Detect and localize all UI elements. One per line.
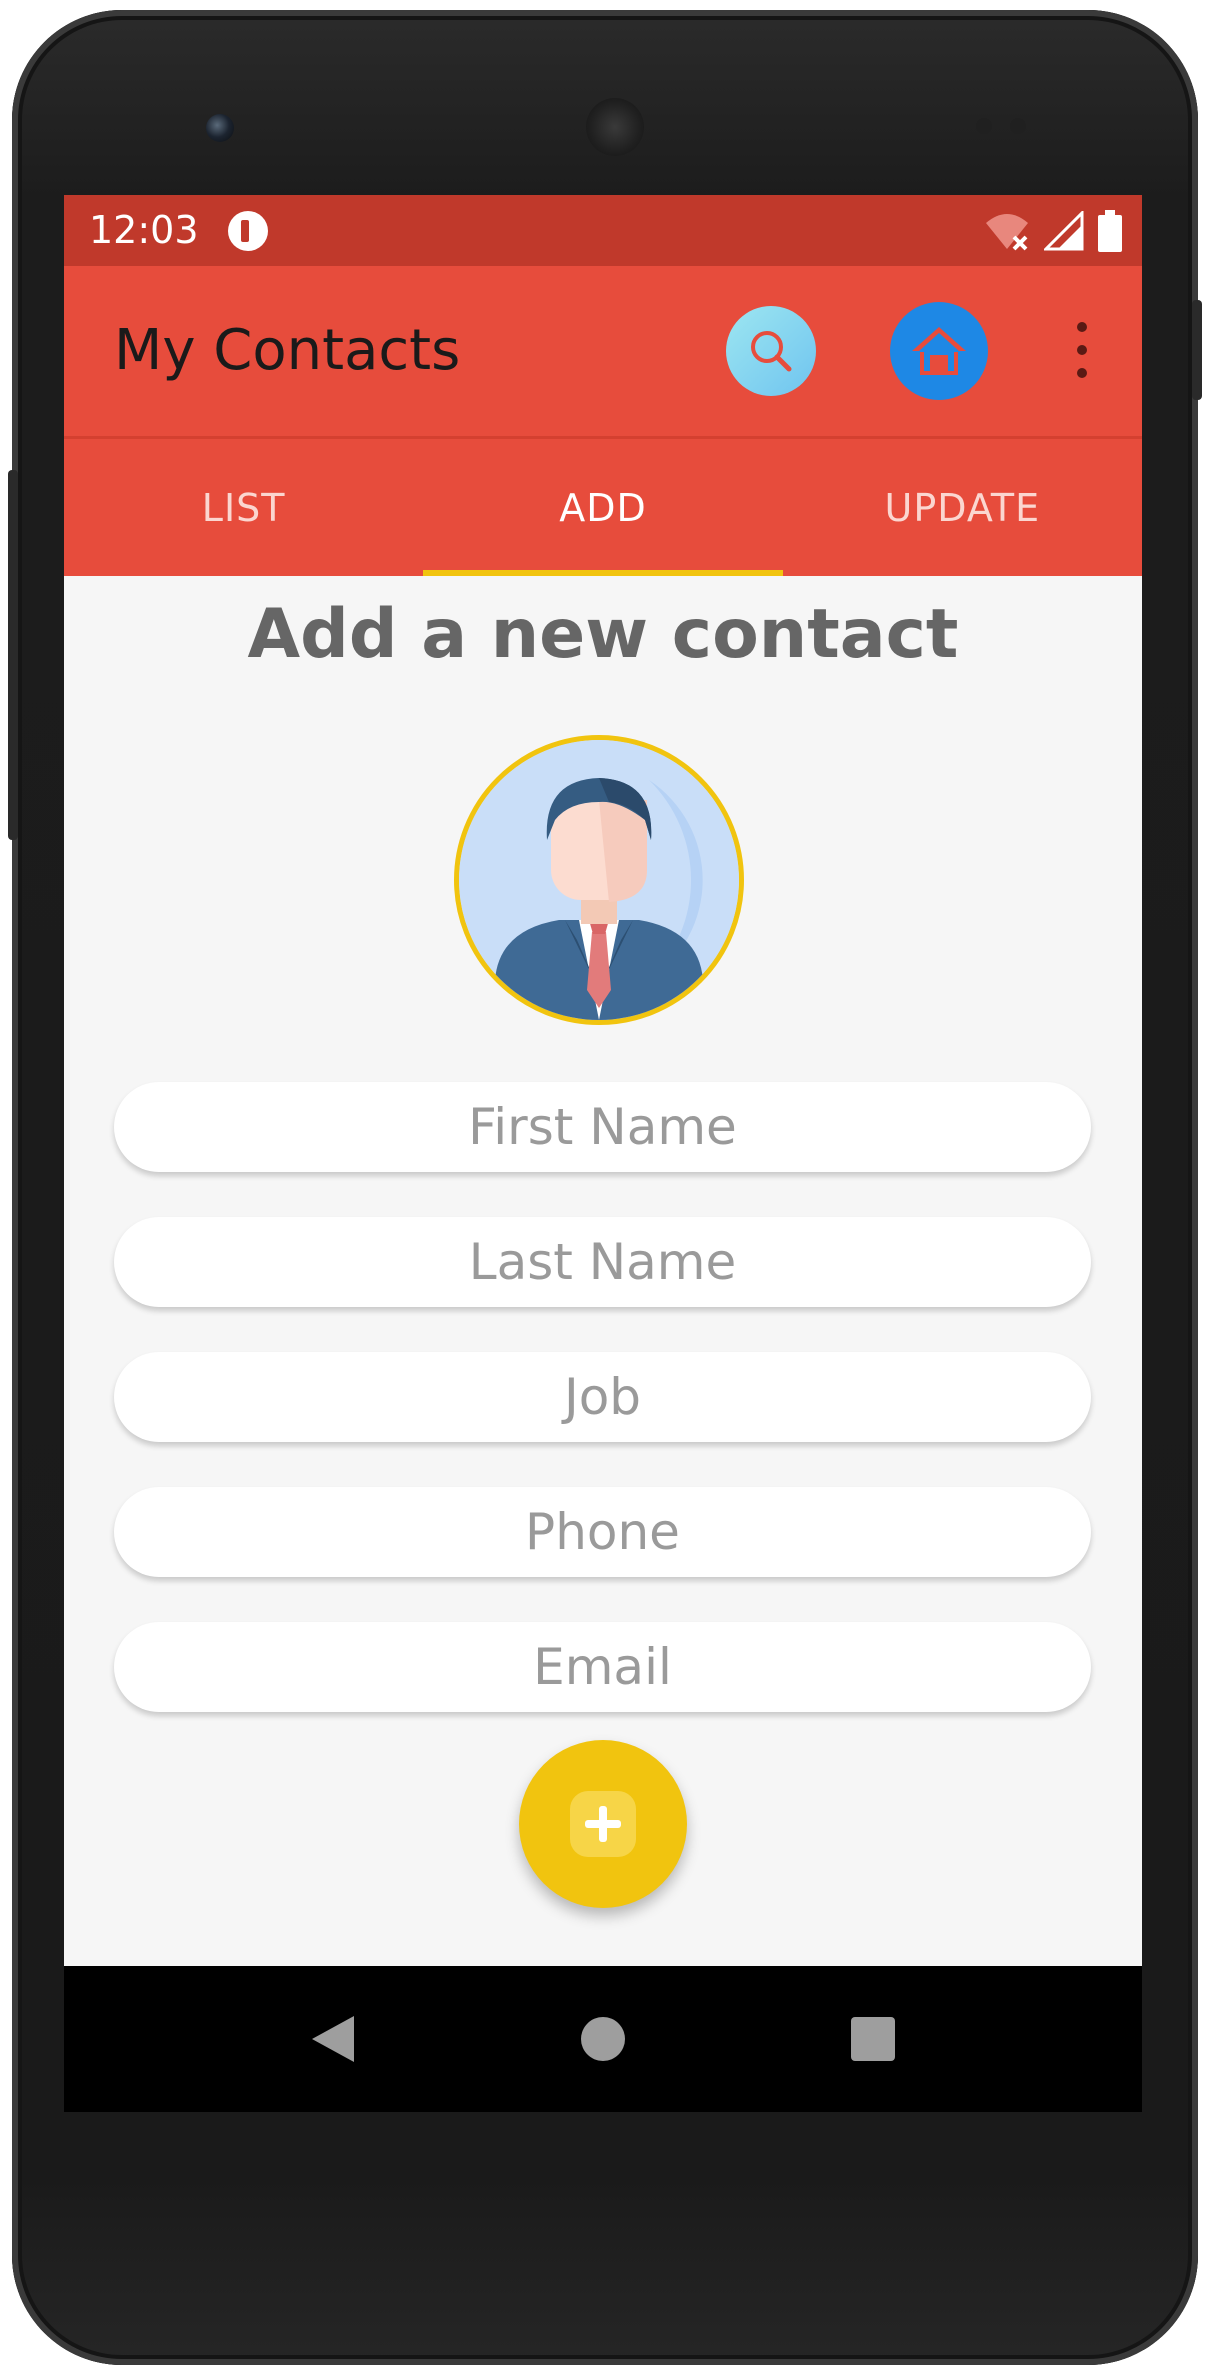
last-name-input[interactable] bbox=[114, 1232, 1091, 1292]
tab-list[interactable]: LIST bbox=[64, 439, 423, 576]
back-icon bbox=[312, 2016, 354, 2062]
front-camera bbox=[206, 114, 234, 142]
app-title: My Contacts bbox=[114, 318, 461, 383]
light-sensor bbox=[1010, 118, 1026, 134]
add-button-tile bbox=[570, 1791, 636, 1857]
contact-avatar[interactable] bbox=[454, 735, 744, 1025]
businessman-avatar-icon bbox=[459, 740, 739, 1020]
tab-update[interactable]: UPDATE bbox=[783, 439, 1142, 576]
phone-input[interactable] bbox=[114, 1502, 1091, 1562]
last-name-field[interactable] bbox=[114, 1217, 1091, 1307]
job-input[interactable] bbox=[114, 1367, 1091, 1427]
battery-icon bbox=[1098, 210, 1122, 252]
more-vert-dot bbox=[1077, 368, 1087, 378]
tab-bar: LIST ADD UPDATE bbox=[64, 436, 1142, 576]
page-title: Add a new contact bbox=[247, 595, 959, 674]
more-vert-dot bbox=[1077, 345, 1087, 355]
proximity-sensor bbox=[976, 118, 992, 134]
first-name-input[interactable] bbox=[114, 1097, 1091, 1157]
home-nav-button[interactable] bbox=[578, 2014, 628, 2064]
phone-field[interactable] bbox=[114, 1487, 1091, 1577]
job-field[interactable] bbox=[114, 1352, 1091, 1442]
add-contact-button[interactable] bbox=[519, 1740, 687, 1908]
earpiece-speaker bbox=[586, 98, 644, 156]
more-options-button[interactable] bbox=[1064, 312, 1100, 388]
first-name-field[interactable] bbox=[114, 1082, 1091, 1172]
more-vert-icon bbox=[1077, 322, 1087, 332]
search-button[interactable] bbox=[726, 306, 816, 396]
power-button bbox=[1192, 300, 1202, 400]
home-icon bbox=[912, 327, 966, 375]
notification-app-icon bbox=[228, 211, 268, 251]
volume-button bbox=[8, 470, 18, 840]
app-screen: 12:03 My Contacts LIST ADD UPDATE Add a … bbox=[64, 195, 1142, 2112]
plus-icon bbox=[585, 1806, 621, 1842]
tab-add[interactable]: ADD bbox=[423, 439, 783, 576]
square-recents-icon bbox=[851, 2017, 895, 2061]
system-navigation-bar bbox=[64, 1966, 1142, 2112]
recents-button[interactable] bbox=[848, 2014, 898, 2064]
signal-icon bbox=[1044, 211, 1084, 251]
app-bar: My Contacts bbox=[64, 266, 1142, 436]
circle-home-icon bbox=[581, 2017, 625, 2061]
home-button[interactable] bbox=[890, 302, 988, 400]
email-field[interactable] bbox=[114, 1622, 1091, 1712]
email-input[interactable] bbox=[114, 1637, 1091, 1697]
wifi-off-icon bbox=[986, 214, 1028, 251]
status-time: 12:03 bbox=[89, 208, 199, 252]
status-bar: 12:03 bbox=[64, 195, 1142, 266]
search-icon bbox=[751, 331, 792, 372]
status-icons bbox=[984, 209, 1122, 253]
back-button[interactable] bbox=[308, 2014, 358, 2064]
